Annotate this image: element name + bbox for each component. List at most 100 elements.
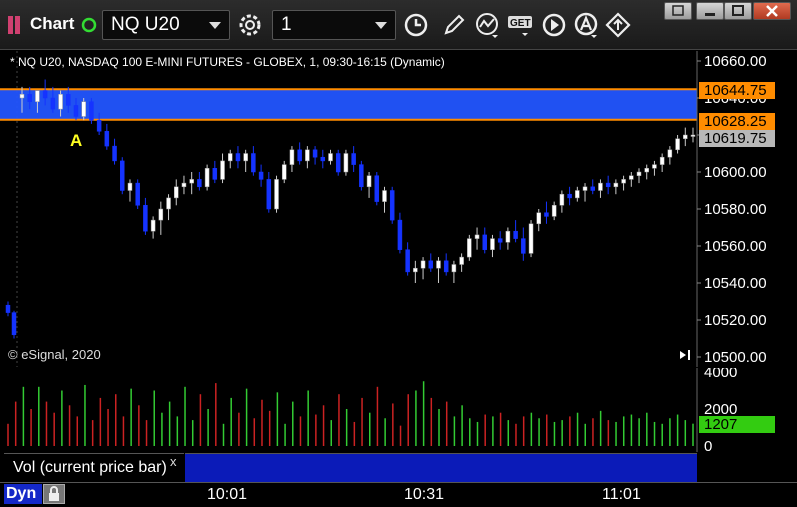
price-tick-label: 10600.00 [704,164,767,181]
candle [521,227,526,261]
time-label-3: 11:01 [602,486,641,503]
candle-body [359,164,364,188]
symbol-dropdown[interactable]: NQ U20 [102,10,230,40]
copyright-text: © eSignal, 2020 [8,347,101,362]
candle [683,127,688,147]
study-icon[interactable] [473,11,501,39]
candle [436,257,441,283]
candle-body [567,193,572,199]
dynamic-mode-button[interactable]: Dyn [4,484,42,504]
candle-body [652,164,657,169]
candle-body [382,190,387,202]
candle-body [112,145,117,162]
price-chart[interactable]: 10660.0010640.0010620.0010600.0010580.00… [0,51,797,367]
candle [490,234,495,258]
volume-chart[interactable]: 400020000 [0,368,797,452]
candle [420,257,426,280]
candle-body [428,260,434,269]
candle-body [5,304,11,313]
candle [382,186,387,213]
candle [266,172,272,213]
clock-icon[interactable] [402,11,430,39]
candle [343,149,349,176]
candle [459,253,464,272]
candle-body [174,186,179,199]
candle-body [251,153,256,173]
candle [405,242,410,276]
toolbar: Chart NQ U20 1 GET [0,0,797,50]
candle [359,160,364,191]
candle-body [258,171,264,180]
close-study-icon[interactable]: x [170,454,177,469]
restore-window-icon[interactable] [664,2,692,20]
last-price-tag: 10619.75 [699,130,775,147]
candle-body [683,134,688,139]
candle [220,153,225,184]
candle-body [204,168,210,188]
candle-body [104,131,110,147]
pencil-icon[interactable] [440,11,468,39]
minimize-icon[interactable] [696,2,724,20]
candle-body [513,230,518,239]
sync-icon[interactable] [604,11,632,39]
candle-body [636,171,642,176]
candle [243,149,248,172]
candle-body [559,193,565,206]
link-status-icon[interactable] [81,17,97,33]
scroll-to-end-icon[interactable] [680,350,690,360]
candle-body [582,186,588,191]
candle-body [227,153,233,162]
get-icon[interactable]: GET [506,11,534,39]
candle [320,149,326,169]
candle-body [11,312,17,336]
candle [312,146,318,165]
candle [127,179,133,202]
candle-body [143,205,148,232]
candle [158,201,164,235]
candle-body [266,179,272,210]
candle [166,194,171,221]
candle-body [281,164,287,180]
candle [197,172,202,191]
candle-body [621,179,626,184]
candle [613,179,619,195]
chart-app-icon[interactable] [8,16,22,34]
play-icon[interactable] [540,11,568,39]
candle [497,231,503,250]
candle-body [42,90,48,99]
candle [567,186,572,206]
candle-body [135,182,140,206]
candle-body [667,149,673,158]
candle-body [374,175,380,202]
volume-tick-label: 4000 [704,368,737,381]
lock-icon[interactable] [43,484,65,504]
close-icon[interactable] [753,2,791,20]
candle [374,172,380,206]
candle [328,149,333,165]
interval-dropdown[interactable]: 1 [272,10,396,40]
candle [590,179,595,195]
maximize-icon[interactable] [724,2,752,20]
candle [104,123,110,150]
price-tick-label: 10560.00 [704,238,767,255]
candle-body [328,153,333,162]
candle-body [544,212,549,217]
chevron-down-icon [209,22,221,29]
candle [652,160,657,176]
candle [582,183,588,202]
candle [605,175,611,195]
settings-icon[interactable] [236,11,264,39]
svg-text:GET: GET [510,18,531,29]
time-label-1: 10:01 [207,486,248,503]
candle [482,227,488,254]
candle-body [158,208,164,221]
symbol-value: NQ U20 [111,14,180,35]
candle [428,253,434,272]
candle [297,142,302,165]
volume-study-label[interactable]: Vol (current price bar) [4,453,184,482]
candle [366,172,372,198]
candle-body [389,190,395,221]
candle-body [150,219,156,232]
alert-icon[interactable] [572,11,600,39]
candle-body [505,230,511,243]
